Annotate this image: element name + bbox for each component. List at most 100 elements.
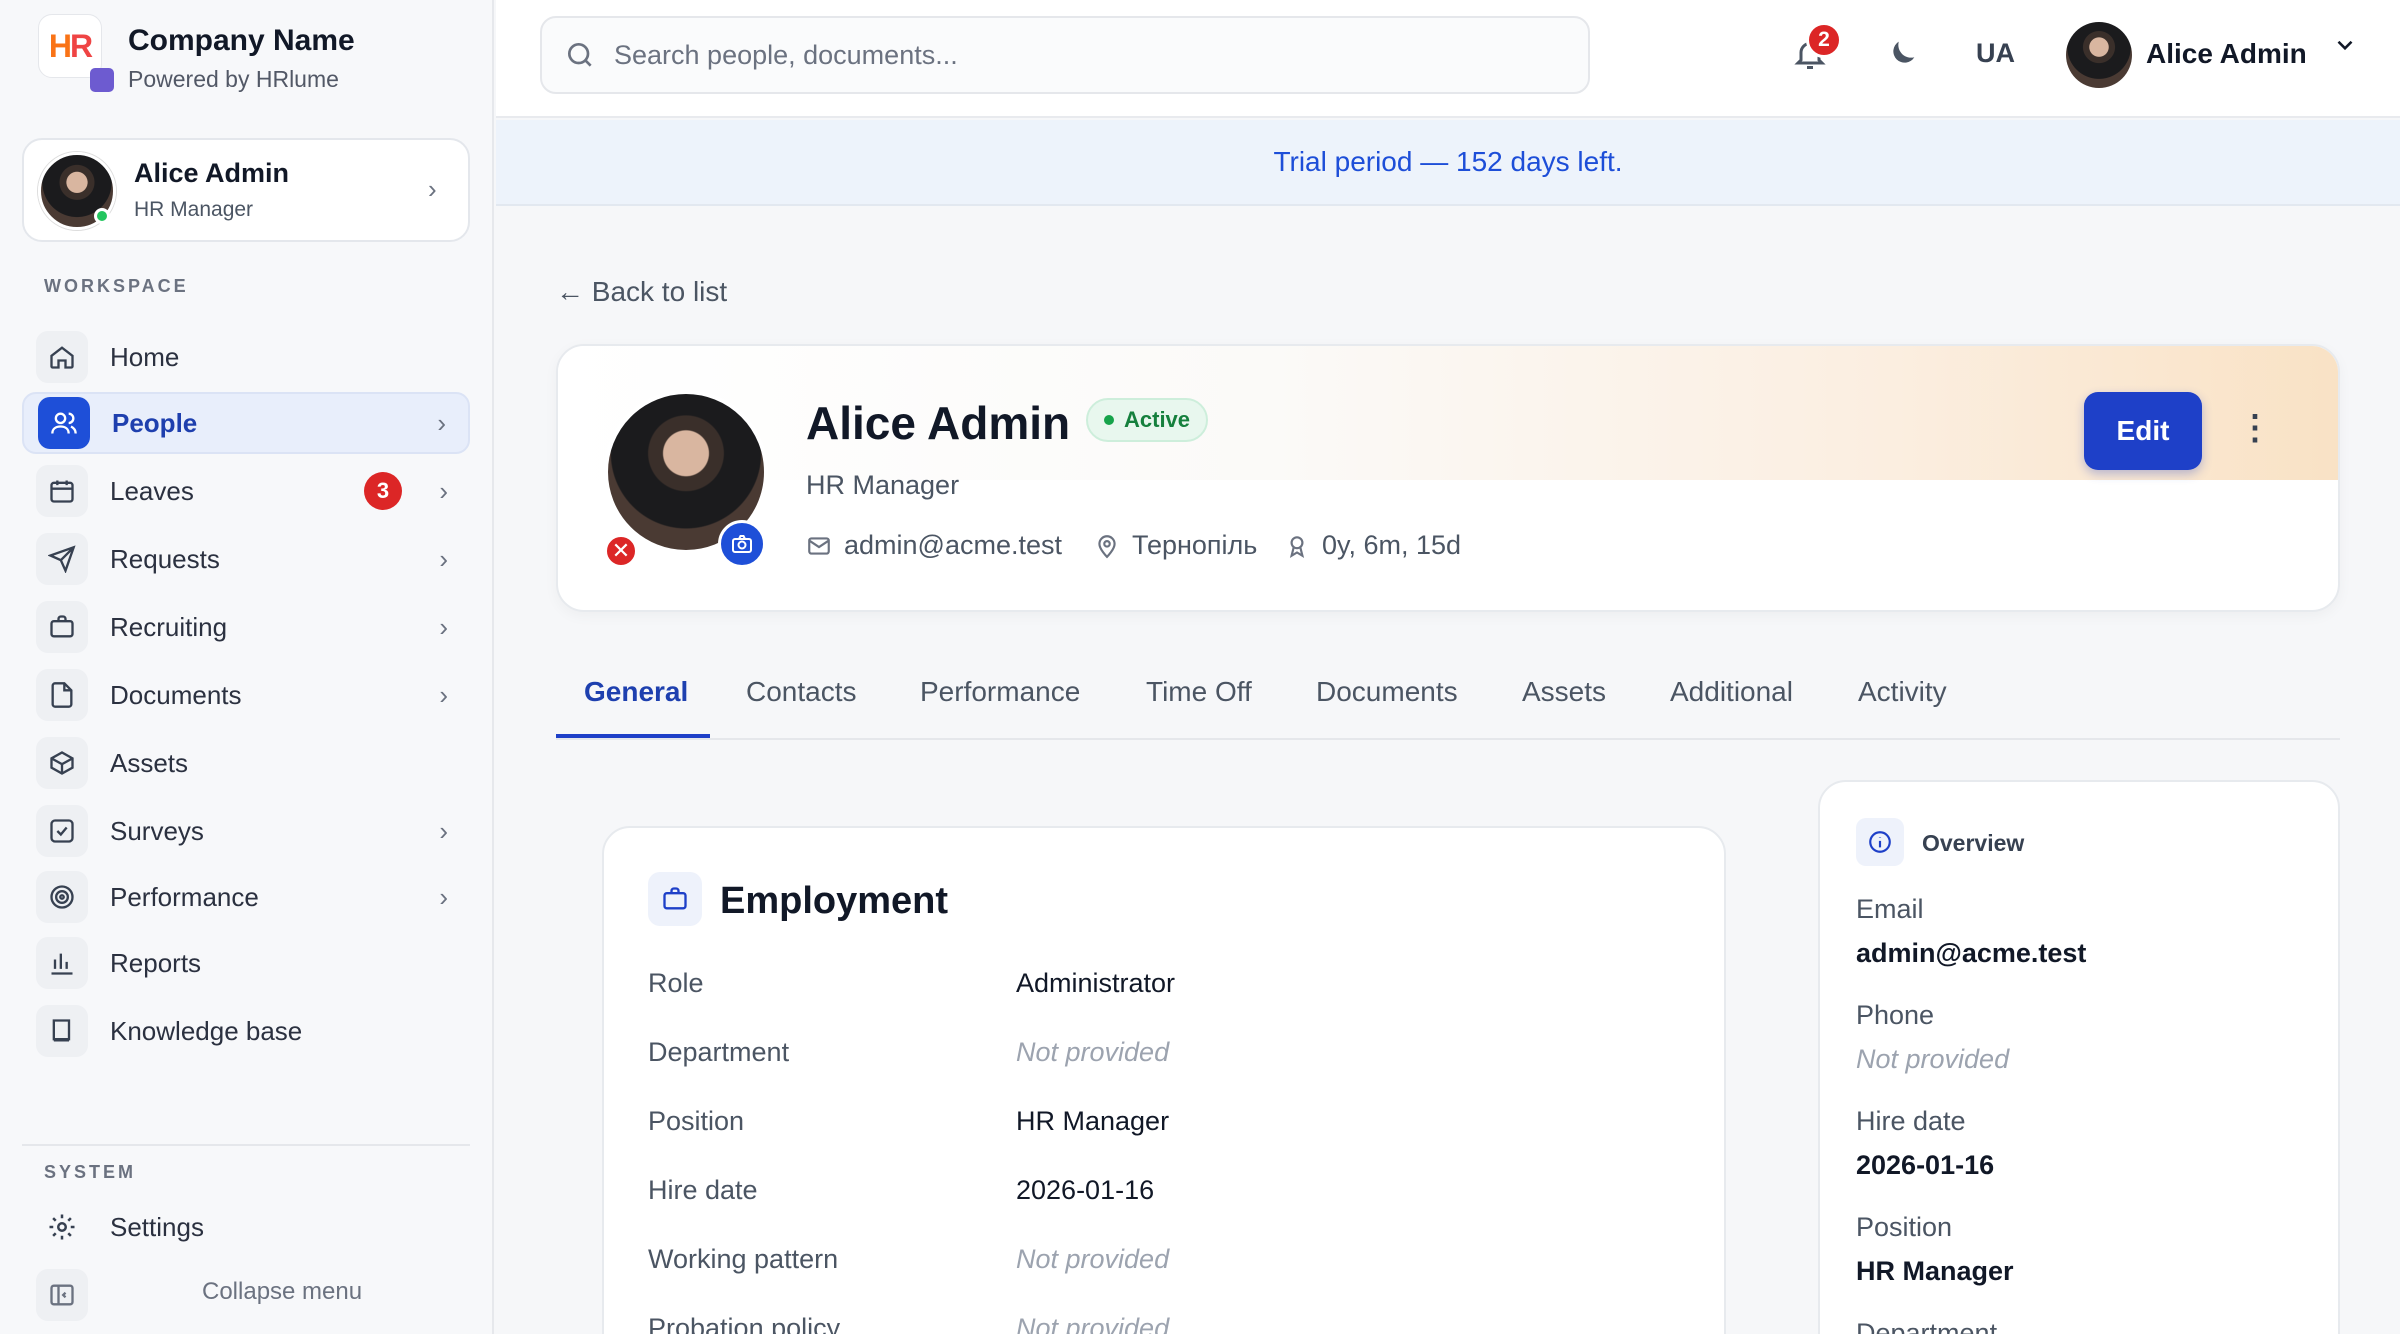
sidebar-item-label: Documents xyxy=(110,679,242,710)
book-icon xyxy=(36,1005,88,1057)
chevron-right-icon: › xyxy=(439,881,448,912)
briefcase-icon xyxy=(36,601,88,653)
info-icon xyxy=(1856,818,1904,866)
edit-button[interactable]: Edit xyxy=(2084,392,2202,470)
sidebar-item-label: Leaves xyxy=(110,475,194,506)
sidebar-item-leaves[interactable]: Leaves 3 › xyxy=(22,460,470,522)
overview-card: Overview Email admin@acme.test Phone Not… xyxy=(1818,780,2340,1334)
chevron-right-icon: › xyxy=(428,174,437,204)
status-badge: Active xyxy=(1086,398,1209,442)
search-input[interactable] xyxy=(614,39,1514,71)
sidebar-item-label: Assets xyxy=(110,747,189,778)
sidebar-item-label: People xyxy=(112,407,198,438)
sidebar-user-card[interactable]: Alice Admin HR Manager › xyxy=(22,138,470,242)
chevron-right-icon: › xyxy=(439,475,448,506)
file-icon xyxy=(36,669,88,721)
overview-value-email[interactable]: admin@acme.test xyxy=(1856,938,2086,969)
row-label-department: Department xyxy=(648,1037,790,1067)
profile-email[interactable]: admin@acme.test xyxy=(806,530,1062,561)
search-box[interactable] xyxy=(540,16,1590,94)
profile-tenure: 0y, 6m, 15d xyxy=(1284,530,1461,561)
active-tab-indicator xyxy=(556,734,710,738)
row-value-working-pattern: Not provided xyxy=(1016,1244,1170,1274)
sidebar-item-documents[interactable]: Documents › xyxy=(22,664,470,726)
tab-activity[interactable]: Activity xyxy=(1858,676,1947,708)
tab-time-off[interactable]: Time Off xyxy=(1146,676,1252,708)
row-label-position: Position xyxy=(648,1106,745,1136)
trial-banner: Trial period — 152 days left. xyxy=(496,120,2400,206)
sidebar-collapse-icon xyxy=(36,1269,88,1321)
avatar[interactable] xyxy=(2066,22,2132,88)
sidebar-item-reports[interactable]: Reports xyxy=(22,932,470,994)
remove-photo-icon[interactable]: ✕ xyxy=(604,534,638,568)
sidebar-item-label: Performance xyxy=(110,881,259,912)
gear-icon xyxy=(36,1201,88,1253)
employment-card: Employment Role Administrator Department… xyxy=(602,826,1726,1334)
sidebar-item-label: Requests xyxy=(110,543,220,574)
overview-value-hire-date: 2026-01-16 xyxy=(1856,1150,1995,1180)
sidebar-item-label: Surveys xyxy=(110,815,204,846)
row-value-position: HR Manager xyxy=(1016,1106,1170,1136)
settings-label: Settings xyxy=(110,1211,204,1242)
company-name: Company Name xyxy=(128,24,355,57)
send-icon xyxy=(36,533,88,585)
chevron-right-icon: › xyxy=(439,543,448,574)
tab-performance[interactable]: Performance xyxy=(920,676,1080,708)
moon-icon[interactable] xyxy=(1886,36,1920,70)
sidebar-user-name: Alice Admin xyxy=(134,158,290,188)
sidebar-item-performance[interactable]: Performance › xyxy=(22,866,470,928)
tab-documents[interactable]: Documents xyxy=(1316,676,1458,708)
overview-label-position: Position xyxy=(1856,1212,1953,1242)
overview-label-phone: Phone xyxy=(1856,1000,1935,1030)
mail-icon xyxy=(808,536,830,555)
header-user-name[interactable]: Alice Admin xyxy=(2146,38,2307,70)
sidebar-item-label: Home xyxy=(110,341,180,372)
tab-additional[interactable]: Additional xyxy=(1670,676,1793,708)
employment-title: Employment xyxy=(720,880,949,922)
leaves-count-badge: 3 xyxy=(364,472,402,510)
sidebar-item-surveys[interactable]: Surveys › xyxy=(22,800,470,862)
sidebar-item-people[interactable]: People › xyxy=(22,392,470,454)
sidebar-item-home[interactable]: Home xyxy=(22,326,470,388)
overview-label-hire-date: Hire date xyxy=(1856,1106,1966,1136)
camera-icon[interactable] xyxy=(718,520,766,568)
sidebar-item-knowledge-base[interactable]: Knowledge base xyxy=(22,1000,470,1062)
sidebar-user-role: HR Manager xyxy=(134,198,254,221)
more-options-icon[interactable]: ⋮ xyxy=(2238,408,2272,448)
overview-value-position: HR Manager xyxy=(1856,1256,2014,1286)
briefcase-icon xyxy=(648,872,702,926)
tab-general[interactable]: General xyxy=(584,676,688,708)
row-value-department: Not provided xyxy=(1016,1037,1170,1067)
profile-tabs: General Contacts Performance Time Off Do… xyxy=(556,656,2340,740)
tab-assets[interactable]: Assets xyxy=(1522,676,1606,708)
overview-title: Overview xyxy=(1922,830,2025,856)
sidebar-item-assets[interactable]: Assets xyxy=(22,732,470,794)
overview-label-department: Department xyxy=(1856,1318,1998,1334)
home-icon xyxy=(36,331,88,383)
top-bar: 2 UA Alice Admin xyxy=(496,0,2400,118)
row-label-hire-date: Hire date xyxy=(648,1175,758,1205)
logo-letter-h: H xyxy=(48,27,72,64)
notification-count-badge: 2 xyxy=(1806,22,1842,58)
award-icon xyxy=(1289,535,1305,558)
status-dot xyxy=(1104,415,1114,425)
profile-name: Alice Admin xyxy=(806,397,1071,449)
sidebar-item-requests[interactable]: Requests › xyxy=(22,528,470,590)
back-to-list-link[interactable]: ← Back to list xyxy=(556,276,727,308)
language-switcher[interactable]: UA xyxy=(1976,38,2015,69)
profile-role: HR Manager xyxy=(806,470,960,500)
sidebar-item-settings[interactable]: Settings xyxy=(22,1196,470,1258)
profile-location-text: Тернопіль xyxy=(1132,530,1258,560)
profile-card: ✕ Alice Admin Active HR Manager admin@ac… xyxy=(556,344,2340,612)
chevron-down-icon[interactable] xyxy=(2332,32,2358,65)
row-label-working-pattern: Working pattern xyxy=(648,1244,839,1274)
chevron-right-icon: › xyxy=(439,815,448,846)
tab-contacts[interactable]: Contacts xyxy=(746,676,857,708)
powered-by: Powered by HRlume xyxy=(90,66,339,93)
box-icon xyxy=(36,737,88,789)
bar-chart-icon xyxy=(36,937,88,989)
row-value-hire-date: 2026-01-16 xyxy=(1016,1175,1155,1205)
logo-letter-r: R xyxy=(70,27,93,64)
chevron-right-icon: › xyxy=(439,611,448,642)
sidebar-item-recruiting[interactable]: Recruiting › xyxy=(22,596,470,658)
